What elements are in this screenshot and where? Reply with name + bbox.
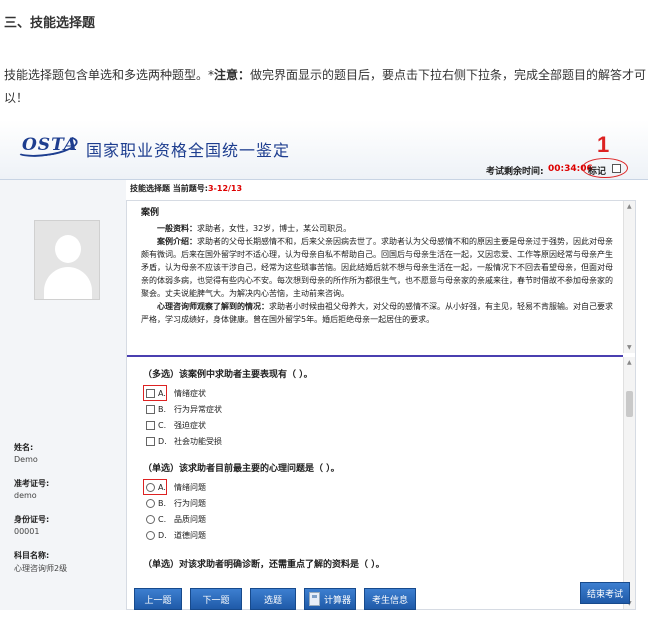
subject-value: 心理咨询师2级 [14, 564, 68, 573]
avatar-body-icon [44, 267, 92, 299]
case-intro-text: 求助者的父母长期感情不和，后来父亲因病去世了。求助者认为父母感情不和的原因主要是… [141, 237, 613, 298]
case-basic-text: 求助者，女性，32岁，博士，某公司职员。 [197, 224, 352, 233]
scroll-up-arrow-icon[interactable]: ▲ [627, 203, 632, 210]
question-list: （多选）该案例中求助者主要表现有（ ）。 A. 情绪症状 B. 行为异常症状 C. 强… [143, 367, 613, 575]
option-row[interactable]: B. 行为问题 [143, 495, 613, 511]
annotation-highlight-box [143, 479, 167, 495]
calculator-icon [308, 592, 320, 606]
option-row[interactable]: D. 社会功能受损 [143, 433, 613, 449]
option-letter: C. [158, 420, 167, 430]
option-text: 品质问题 [174, 514, 206, 524]
article-paragraph-pre: 技能选择题包含单选和多选两种题型。* [4, 68, 215, 82]
question-stem: （单选）该求助者目前最主要的心理问题是（ ）。 [143, 464, 340, 474]
ticket-value: demo [14, 491, 37, 500]
case-panel: 案例 一般资料：求助者，女性，32岁，博士，某公司职员。 案例介绍：求助者的父母… [141, 207, 619, 349]
question-type-bar: 技能选择题 当前题号:3-12/13 [130, 183, 242, 194]
option-text: 情绪症状 [174, 388, 206, 398]
calculator-label: 计算器 [323, 595, 351, 606]
calculator-button[interactable]: 计算器 [304, 588, 356, 610]
scroll-down-arrow-icon[interactable]: ▼ [627, 344, 632, 351]
question-type-label: 技能选择题 当前题号: [130, 184, 208, 193]
option-row[interactable]: B. 行为异常症状 [143, 401, 613, 417]
case-intro-label: 案例介绍： [157, 237, 197, 246]
option-letter: B. [158, 404, 167, 414]
next-question-button[interactable]: 下一题 [190, 588, 242, 610]
case-observation-label: 心理咨询师观察了解到的情况： [157, 302, 269, 311]
case-title: 案例 [141, 208, 160, 218]
question-stem: （单选）对该求助者明确诊断，还需重点了解的资料是（ ）。 [143, 560, 385, 570]
option-checkbox[interactable] [146, 420, 155, 430]
option-radio[interactable] [146, 514, 155, 524]
time-remaining-label: 考试剩余时间: [486, 167, 544, 177]
name-label: 姓名: [14, 443, 34, 452]
option-radio[interactable] [146, 530, 155, 540]
case-basic-label: 一般资料： [157, 224, 197, 233]
annotation-circle [582, 158, 628, 178]
option-row[interactable]: C. 品质问题 [143, 511, 613, 527]
exam-window: OSTA 国家职业资格全国统一鉴定 1 考试剩余时间: 00:34:06 标记 … [0, 120, 650, 634]
option-text: 情绪问题 [174, 482, 206, 492]
option-row[interactable]: A. 情绪问题 [143, 479, 613, 495]
option-text: 道德问题 [174, 530, 206, 540]
option-letter: B. [158, 498, 167, 508]
candidate-sidebar: 姓名: Demo 准考证号: demo 身份证号: 00001 科目名称: 心理… [0, 180, 126, 610]
article-paragraph-bold: 注意： [214, 68, 251, 82]
option-text: 行为异常症状 [174, 404, 222, 414]
ticket-label: 准考证号: [14, 479, 50, 488]
case-scrollbar[interactable]: ▲ ▼ [623, 201, 635, 353]
select-question-button[interactable]: 选题 [250, 588, 296, 610]
option-radio[interactable] [146, 498, 155, 508]
annotation-number: 1 [597, 132, 610, 157]
scroll-up-arrow-icon[interactable]: ▲ [627, 359, 632, 366]
scrollbar-thumb[interactable] [626, 391, 633, 417]
case-basic: 一般资料：求助者，女性，32岁，博士，某公司职员。 [141, 222, 619, 235]
article-heading: 三、技能选择题 [4, 16, 96, 31]
option-row[interactable]: A. 情绪症状 [143, 385, 613, 401]
option-letter: D. [158, 436, 167, 446]
option-text: 社会功能受损 [174, 436, 222, 446]
name-value: Demo [14, 455, 38, 464]
option-checkbox[interactable] [146, 404, 155, 414]
option-checkbox[interactable] [146, 436, 155, 446]
option-row[interactable]: C. 强迫症状 [143, 417, 613, 433]
option-letter: C. [158, 514, 167, 524]
panel-divider[interactable] [127, 355, 623, 357]
option-text: 强迫症状 [174, 420, 206, 430]
current-question-number: 3-12/13 [207, 184, 243, 193]
question-stem: （多选）该案例中求助者主要表现有（ ）。 [143, 370, 313, 380]
annotation-highlight-box [143, 385, 167, 401]
end-exam-button[interactable]: 结束考试 [580, 582, 630, 604]
subject-label: 科目名称: [14, 551, 50, 560]
exam-header: OSTA 国家职业资格全国统一鉴定 1 考试剩余时间: 00:34:06 标记 [0, 120, 648, 180]
article-paragraph: 技能选择题包含单选和多选两种题型。*注意：做完界面显示的题目后，要点击下拉右侧下… [4, 64, 668, 110]
option-text: 行为问题 [174, 498, 206, 508]
case-observation: 心理咨询师观察了解到的情况：求助者小时候由祖父母养大，对父母的感情不深。从小好强… [141, 300, 619, 326]
option-letter: D. [158, 530, 167, 540]
candidate-info-button[interactable]: 考生信息 [364, 588, 416, 610]
osta-logo: OSTA [22, 135, 78, 155]
exam-title: 国家职业资格全国统一鉴定 [86, 141, 291, 160]
id-value: 00001 [14, 527, 40, 536]
avatar-head-icon [55, 235, 81, 263]
question-content: 案例 一般资料：求助者，女性，32岁，博士，某公司职员。 案例介绍：求助者的父母… [126, 200, 636, 610]
prev-question-button[interactable]: 上一题 [134, 588, 182, 610]
question-scrollbar[interactable]: ▲ ▼ [623, 357, 635, 609]
case-intro: 案例介绍：求助者的父母长期感情不和，后来父亲因病去世了。求助者认为父母感情不和的… [141, 235, 619, 300]
id-label: 身份证号: [14, 515, 50, 524]
option-row[interactable]: D. 道德问题 [143, 527, 613, 543]
avatar [34, 220, 100, 300]
